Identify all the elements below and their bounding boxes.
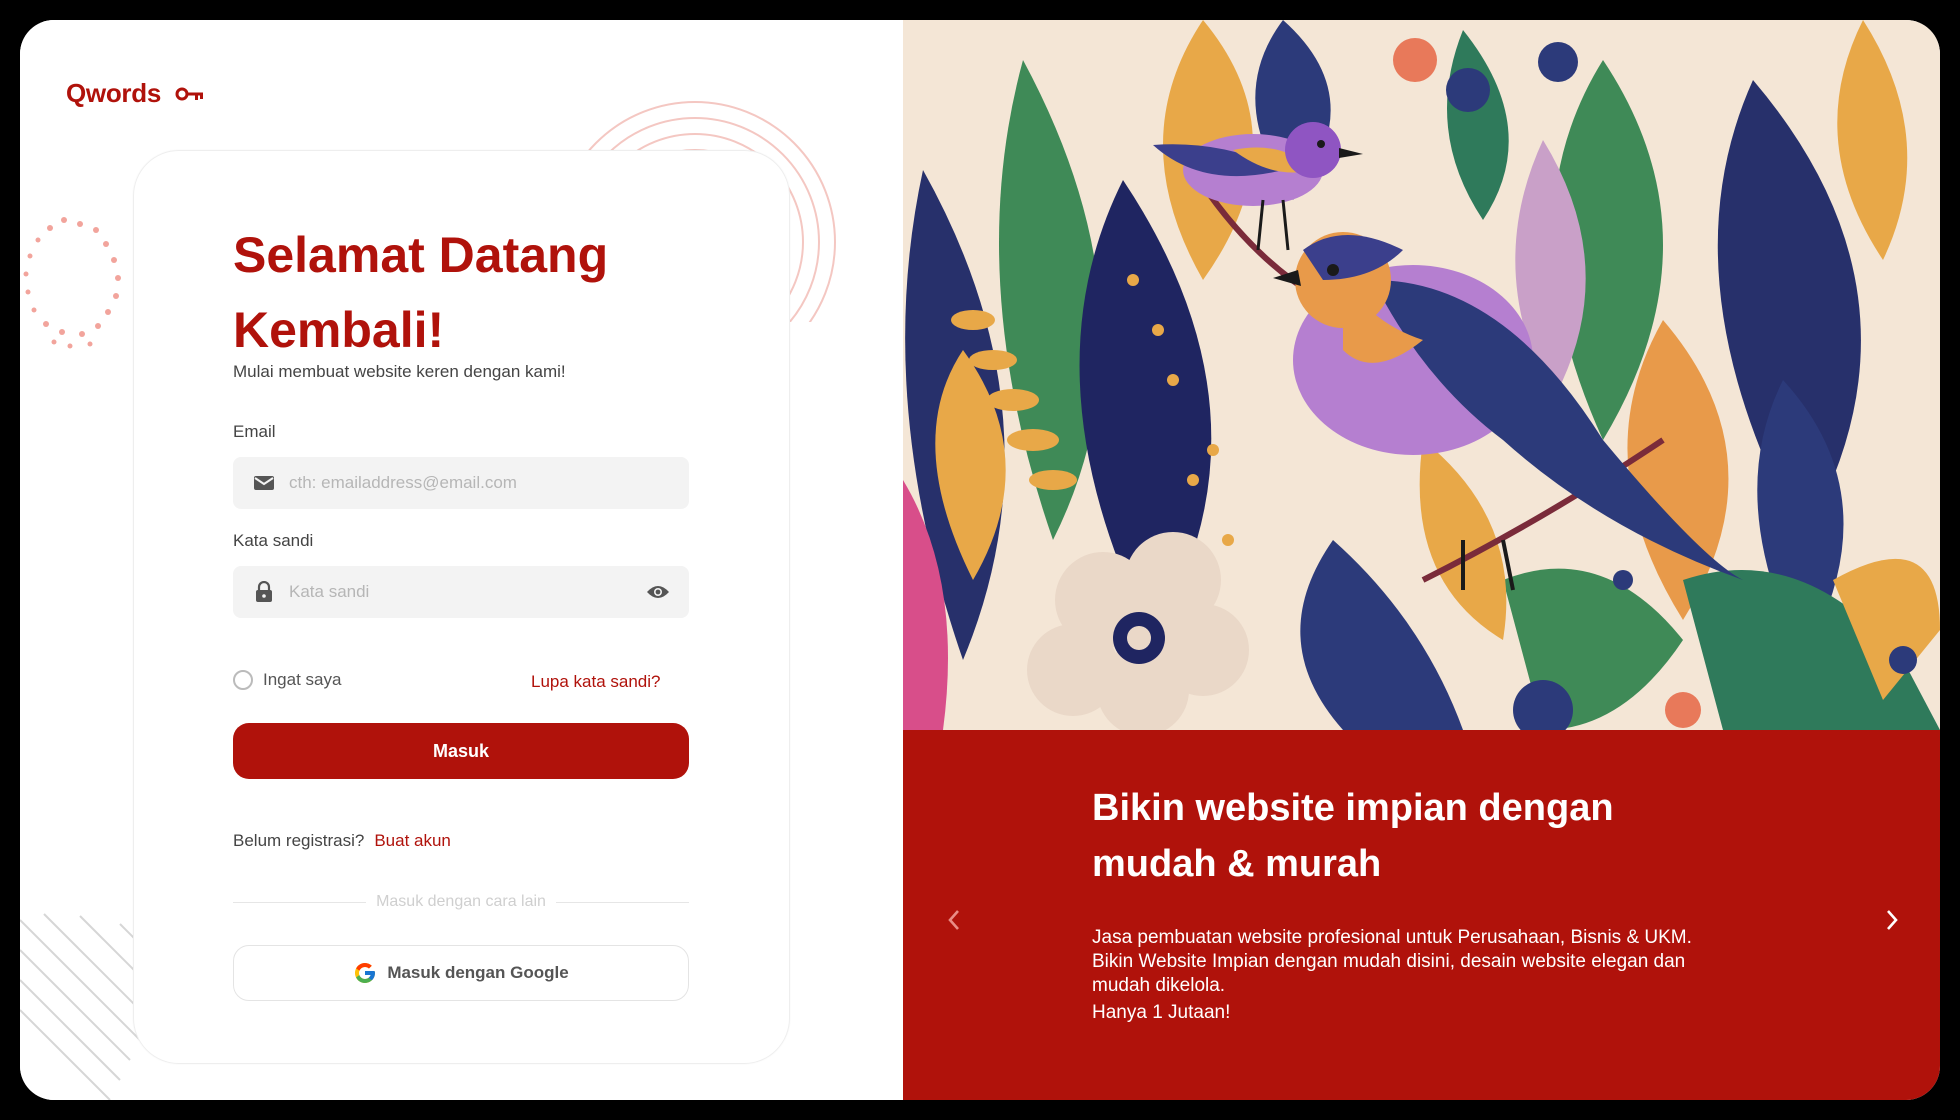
forgot-password-link[interactable]: Lupa kata sandi? <box>531 672 661 692</box>
app-frame: Qwords Selamat Datang Kembali! Mulai mem… <box>20 20 1940 1100</box>
login-panel: Qwords Selamat Datang Kembali! Mulai mem… <box>20 20 903 1100</box>
promo-text: Jasa pembuatan website profesional untuk… <box>1092 927 1692 996</box>
password-label: Kata sandi <box>233 531 314 550</box>
bird-illustration <box>903 20 1940 730</box>
remember-me[interactable]: Ingat saya <box>233 670 341 690</box>
password-field[interactable] <box>233 566 689 618</box>
remember-radio[interactable] <box>233 670 253 690</box>
eye-icon[interactable] <box>645 579 671 605</box>
email-label: Email <box>233 422 276 441</box>
promo-panel: Bikin website impian dengan mudah & mura… <box>903 20 1940 1100</box>
chevron-left-icon[interactable] <box>939 905 969 935</box>
brand-name: Qwords <box>66 78 161 108</box>
login-button[interactable]: Masuk <box>233 723 689 779</box>
lock-icon <box>253 581 275 603</box>
promo-banner: Bikin website impian dengan mudah & mura… <box>903 730 1940 1100</box>
page-subtitle: Mulai membuat website keren dengan kami! <box>233 362 566 381</box>
promo-subtext: Hanya 1 Jutaan! <box>1092 1002 1231 1023</box>
chevron-right-icon[interactable] <box>1877 905 1907 935</box>
google-login-button[interactable]: Masuk dengan Google <box>233 945 689 1001</box>
key-icon <box>175 87 203 100</box>
register-prompt: Belum registrasi? <box>233 831 365 850</box>
decorative-dots <box>23 217 121 349</box>
brand-logo[interactable]: Qwords <box>66 78 205 109</box>
email-field[interactable] <box>233 457 689 509</box>
google-icon <box>355 963 376 983</box>
alt-login-divider: Masuk dengan cara lain <box>233 893 690 911</box>
password-input[interactable] <box>287 581 645 603</box>
promo-title: Bikin website impian dengan mudah & mura… <box>1092 787 1614 885</box>
page-title: Selamat Datang Kembali! <box>233 227 609 358</box>
divider-line-right <box>555 901 690 903</box>
email-input[interactable] <box>287 472 689 494</box>
register-link[interactable]: Buat akun <box>374 831 451 851</box>
register-row: Belum registrasi? Buat akun <box>233 831 451 851</box>
divider-label: Masuk dengan cara lain <box>376 893 546 910</box>
remember-label: Ingat saya <box>263 670 342 689</box>
google-label: Masuk dengan Google <box>387 963 569 982</box>
mail-icon <box>253 472 275 494</box>
divider-line-left <box>233 901 367 903</box>
